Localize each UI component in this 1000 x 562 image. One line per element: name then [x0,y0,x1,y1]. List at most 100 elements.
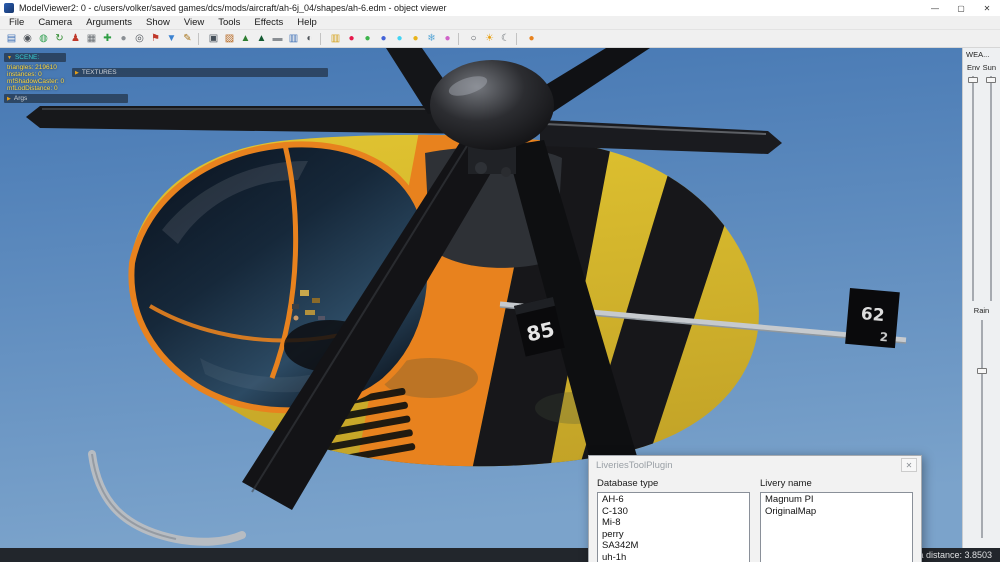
database-type-item[interactable]: C-130 [598,506,749,518]
refresh-icon[interactable]: ↻ [52,31,67,46]
sun-label: Sun [982,63,996,72]
ruler-icon[interactable]: ▬ [270,31,285,46]
cyan-icon[interactable]: ● [392,31,407,46]
maximize-button[interactable]: ▢ [948,0,974,16]
modelviewer-window: ModelViewer2: 0 - c/users/volker/saved g… [0,0,1000,562]
rain-slider-handle[interactable] [977,368,987,374]
info-icon[interactable]: ● [376,31,391,46]
scene-stat: triangles: 219610 [7,64,57,71]
mannequin-icon[interactable]: ♟ [68,31,83,46]
sun-slider[interactable] [986,76,996,301]
sun-icon[interactable]: ☀ [482,31,497,46]
toolbar-separator [320,32,325,45]
bars-icon[interactable]: ▥ [328,31,343,46]
add-icon[interactable]: ✚ [100,31,115,46]
menu-item[interactable]: Help [290,16,324,29]
forest-icon[interactable]: ▲ [254,31,269,46]
rain-slider-track[interactable] [981,320,983,538]
env-slider-handle[interactable] [968,77,978,83]
dialog-titlebar[interactable]: LiveriesToolPlugin ✕ [589,456,921,474]
env-slider-track[interactable] [972,76,974,301]
titlebar: ModelViewer2: 0 - c/users/volker/saved g… [0,0,1000,16]
dialog-body: Database type AH-6 C-130 Mi-8 perry SA342M uh… [589,474,921,562]
app-icon[interactable] [4,3,14,13]
database-type-label: Database type [597,478,659,489]
screenshot-icon[interactable]: ◉ [20,31,35,46]
menu-item[interactable]: Arguments [79,16,139,29]
warn-icon[interactable]: ● [408,31,423,46]
textures-panel-header[interactable]: ▶ TEXTURES [72,68,328,77]
env-label: Env [967,63,980,72]
go-icon[interactable]: ● [360,31,375,46]
database-type-group: Database type AH-6 C-130 Mi-8 perry SA342M uh… [597,478,750,562]
menu-item[interactable]: Show [139,16,177,29]
livery-name-item[interactable]: OriginalMap [761,506,912,518]
sun-slider-handle[interactable] [986,77,996,83]
monitor-icon[interactable]: ▣ [206,31,221,46]
dot-icon[interactable]: ● [116,31,131,46]
tree-icon[interactable]: ▲ [238,31,253,46]
database-type-item[interactable]: perry [598,529,749,541]
scene-stat: instances: 0 [7,71,42,78]
weather-panel-title: WEA... [966,50,990,59]
database-type-item[interactable]: AH-6 [598,494,749,506]
stop-icon[interactable]: ● [344,31,359,46]
liveries-tool-dialog: LiveriesToolPlugin ✕ Database type AH-6 C… [588,455,922,562]
toolbar-separator [198,32,203,45]
toolbar-separator [516,32,521,45]
sun-slider-track[interactable] [990,76,992,301]
flag-icon[interactable]: ⚑ [148,31,163,46]
contrast-icon[interactable]: ◐ [302,31,317,46]
menu-item[interactable]: File [2,16,31,29]
target-icon[interactable]: ◎ [132,31,147,46]
snow-icon[interactable]: ❄ [424,31,439,46]
args-panel-label: Args [13,95,28,102]
sphere-icon[interactable]: ● [524,31,539,46]
menu-item[interactable]: Camera [31,16,79,29]
texture-icon[interactable]: ▨ [222,31,237,46]
database-type-item[interactable]: uh-1h [598,552,749,562]
scene-stat: mfShadowCaster: 0 [7,78,65,85]
scene-panel-header[interactable]: ▼ SCENE: [4,53,66,62]
chevron-right-icon: ▶ [75,69,79,76]
magenta-icon[interactable]: ● [440,31,455,46]
menubar: File Camera Arguments Show View Tools Effects H… [0,16,1000,30]
livery-name-list[interactable]: Magnum PI OriginalMap [760,492,913,562]
database-type-list[interactable]: AH-6 C-130 Mi-8 perry SA342M uh-1h [597,492,750,562]
marker-2-text: 2 [879,330,889,345]
scene-stats: triangles: 219610 instances: 0 mfShadowCas… [7,64,64,92]
window-title: ModelViewer2: 0 - c/users/volker/saved g… [19,3,447,13]
pencil-icon[interactable]: ✎ [180,31,195,46]
rain-slider[interactable] [977,320,987,538]
close-button[interactable]: ✕ [974,0,1000,16]
menu-item[interactable]: View [177,16,211,29]
args-panel-header[interactable]: ▶ Args [4,94,128,103]
textures-panel-label: TEXTURES [81,69,117,76]
database-type-item[interactable]: Mi-8 [598,517,749,529]
grid-icon[interactable]: ▦ [84,31,99,46]
moon-icon[interactable]: ☾ [498,31,513,46]
droplet-icon[interactable]: ▼ [164,31,179,46]
scene-stat: mfLodDistance: 0 [7,85,58,92]
toolbar-separator [458,32,463,45]
rain-label: Rain [973,306,990,315]
database-type-item[interactable]: SA342M [598,540,749,552]
chart-icon[interactable]: ▥ [286,31,301,46]
window-controls: — ▢ ✕ [922,0,1000,16]
clock-icon[interactable]: ○ [466,31,481,46]
env-slider[interactable] [968,76,978,301]
save-icon[interactable]: ▤ [4,31,19,46]
chevron-down-icon: ▼ [7,54,12,61]
globe-icon[interactable]: ◍ [36,31,51,46]
marker-box-62: 62 2 [845,288,900,349]
weather-panel: WEA... Env Sun Rain [962,48,1000,548]
menu-item[interactable]: Effects [247,16,290,29]
menu-item[interactable]: Tools [211,16,247,29]
livery-name-item[interactable]: Magnum PI [761,494,912,506]
dialog-close-button[interactable]: ✕ [901,458,917,472]
livery-name-label: Livery name [760,478,812,489]
minimize-button[interactable]: — [922,0,948,16]
dialog-title: LiveriesToolPlugin [596,459,673,471]
toolbar: ▤ ◉ ◍ ↻ ♟ ▦ ✚ ● ◎ ⚑ ▼ ✎ ▣ ▨ ▲ ▲ ▬ ▥ ◐ ▥ ● ● ● ● ● ❄ ● ○ ☀ ☾ ● [0,30,1000,48]
scene-panel-label: SCENE: [14,54,40,61]
